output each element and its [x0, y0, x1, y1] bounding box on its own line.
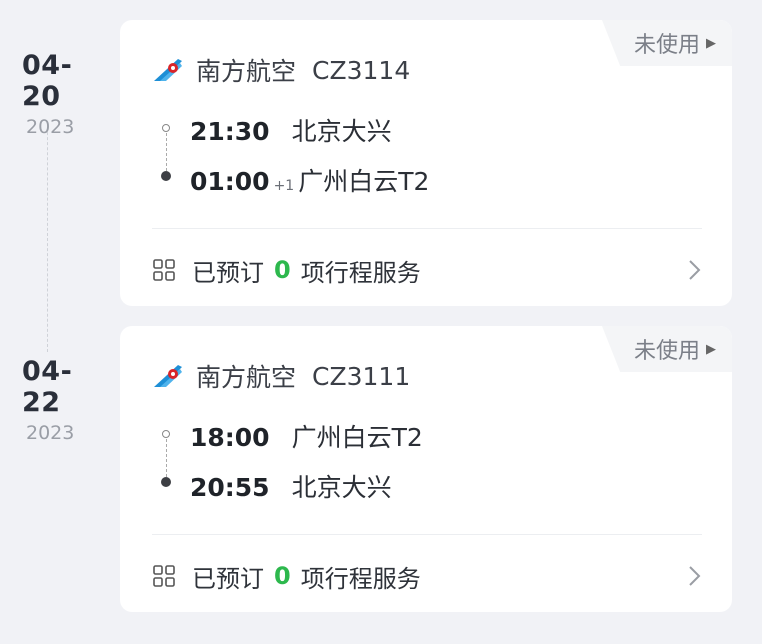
china-southern-logo-icon: [154, 365, 182, 387]
services-prefix: 已预订: [192, 564, 264, 593]
departure-dot-icon: [162, 430, 170, 438]
arrival-airport: 北京大兴: [291, 473, 392, 502]
chevron-right-icon: [689, 566, 701, 586]
arrival-segment: 01:00 +1 广州白云T2: [190, 162, 429, 198]
flight-number: CZ3114: [312, 55, 411, 85]
departure-segment: 21:30 北京大兴: [190, 112, 392, 148]
route-dashed-line: [165, 133, 167, 171]
services-suffix: 项行程服务: [300, 258, 421, 287]
trip-date-month-day: 04-20: [22, 50, 73, 112]
departure-segment: 18:00 广州白云T2: [190, 418, 423, 454]
airline-row: 南方航空 CZ3111: [152, 358, 410, 394]
trip-services-link[interactable]: 已预订 0 项行程服务: [152, 558, 702, 594]
grid-icon: [153, 565, 175, 587]
departure-airport: 广州白云T2: [291, 423, 423, 452]
departure-dot-icon: [162, 124, 170, 132]
arrival-dot-icon: [161, 477, 171, 487]
divider: [152, 534, 702, 535]
services-count: 0: [274, 256, 291, 284]
trip-date: 04-20 2023: [22, 50, 102, 138]
status-badge[interactable]: 未使用 ▶: [602, 326, 732, 372]
status-badge[interactable]: 未使用 ▶: [602, 20, 732, 66]
play-triangle-icon: ▶: [706, 341, 716, 357]
airline-row: 南方航空 CZ3114: [152, 52, 410, 88]
departure-airport: 北京大兴: [291, 117, 392, 146]
services-suffix: 项行程服务: [300, 564, 421, 593]
arrival-airport: 广州白云T2: [298, 167, 430, 196]
airline-name: 南方航空: [196, 57, 297, 86]
departure-time: 21:30: [190, 117, 270, 146]
play-triangle-icon: ▶: [706, 35, 716, 51]
divider: [152, 228, 702, 229]
status-label: 未使用: [633, 339, 700, 364]
trip-services-link[interactable]: 已预订 0 项行程服务: [152, 252, 702, 288]
arrival-segment: 20:55 北京大兴: [190, 468, 392, 504]
status-label: 未使用: [633, 33, 700, 58]
china-southern-logo-icon: [154, 59, 182, 81]
flight-number: CZ3111: [312, 361, 411, 391]
trip-date-year: 2023: [26, 116, 75, 138]
route-dashed-line: [165, 439, 167, 477]
trip-date: 04-22 2023: [22, 356, 102, 444]
flight-card[interactable]: 未使用 ▶ 南方航空 CZ3111 18:00 广州白云T2 20:55 北京大…: [120, 326, 732, 612]
services-count: 0: [274, 562, 291, 590]
arrival-time: 01:00: [190, 167, 270, 196]
arrival-dot-icon: [161, 171, 171, 181]
flight-card[interactable]: 未使用 ▶ 南方航空 CZ3114 21:30 北京大兴 01:00 +1 广州…: [120, 20, 732, 306]
arrival-time: 20:55: [190, 473, 270, 502]
airline-name: 南方航空: [196, 363, 297, 392]
trip-entry: 04-20 2023 未使用 ▶ 南方航空 CZ3114 21:30 北京大兴 …: [0, 20, 762, 306]
arrival-day-offset: +1: [273, 178, 295, 194]
grid-icon: [153, 259, 175, 281]
departure-time: 18:00: [190, 423, 270, 452]
trip-entry: 04-22 2023 未使用 ▶ 南方航空 CZ3111 18:00 广州白云T…: [0, 326, 762, 612]
trip-date-month-day: 04-22: [22, 356, 73, 418]
chevron-right-icon: [689, 260, 701, 280]
trip-date-year: 2023: [26, 422, 75, 444]
services-prefix: 已预订: [192, 258, 264, 287]
